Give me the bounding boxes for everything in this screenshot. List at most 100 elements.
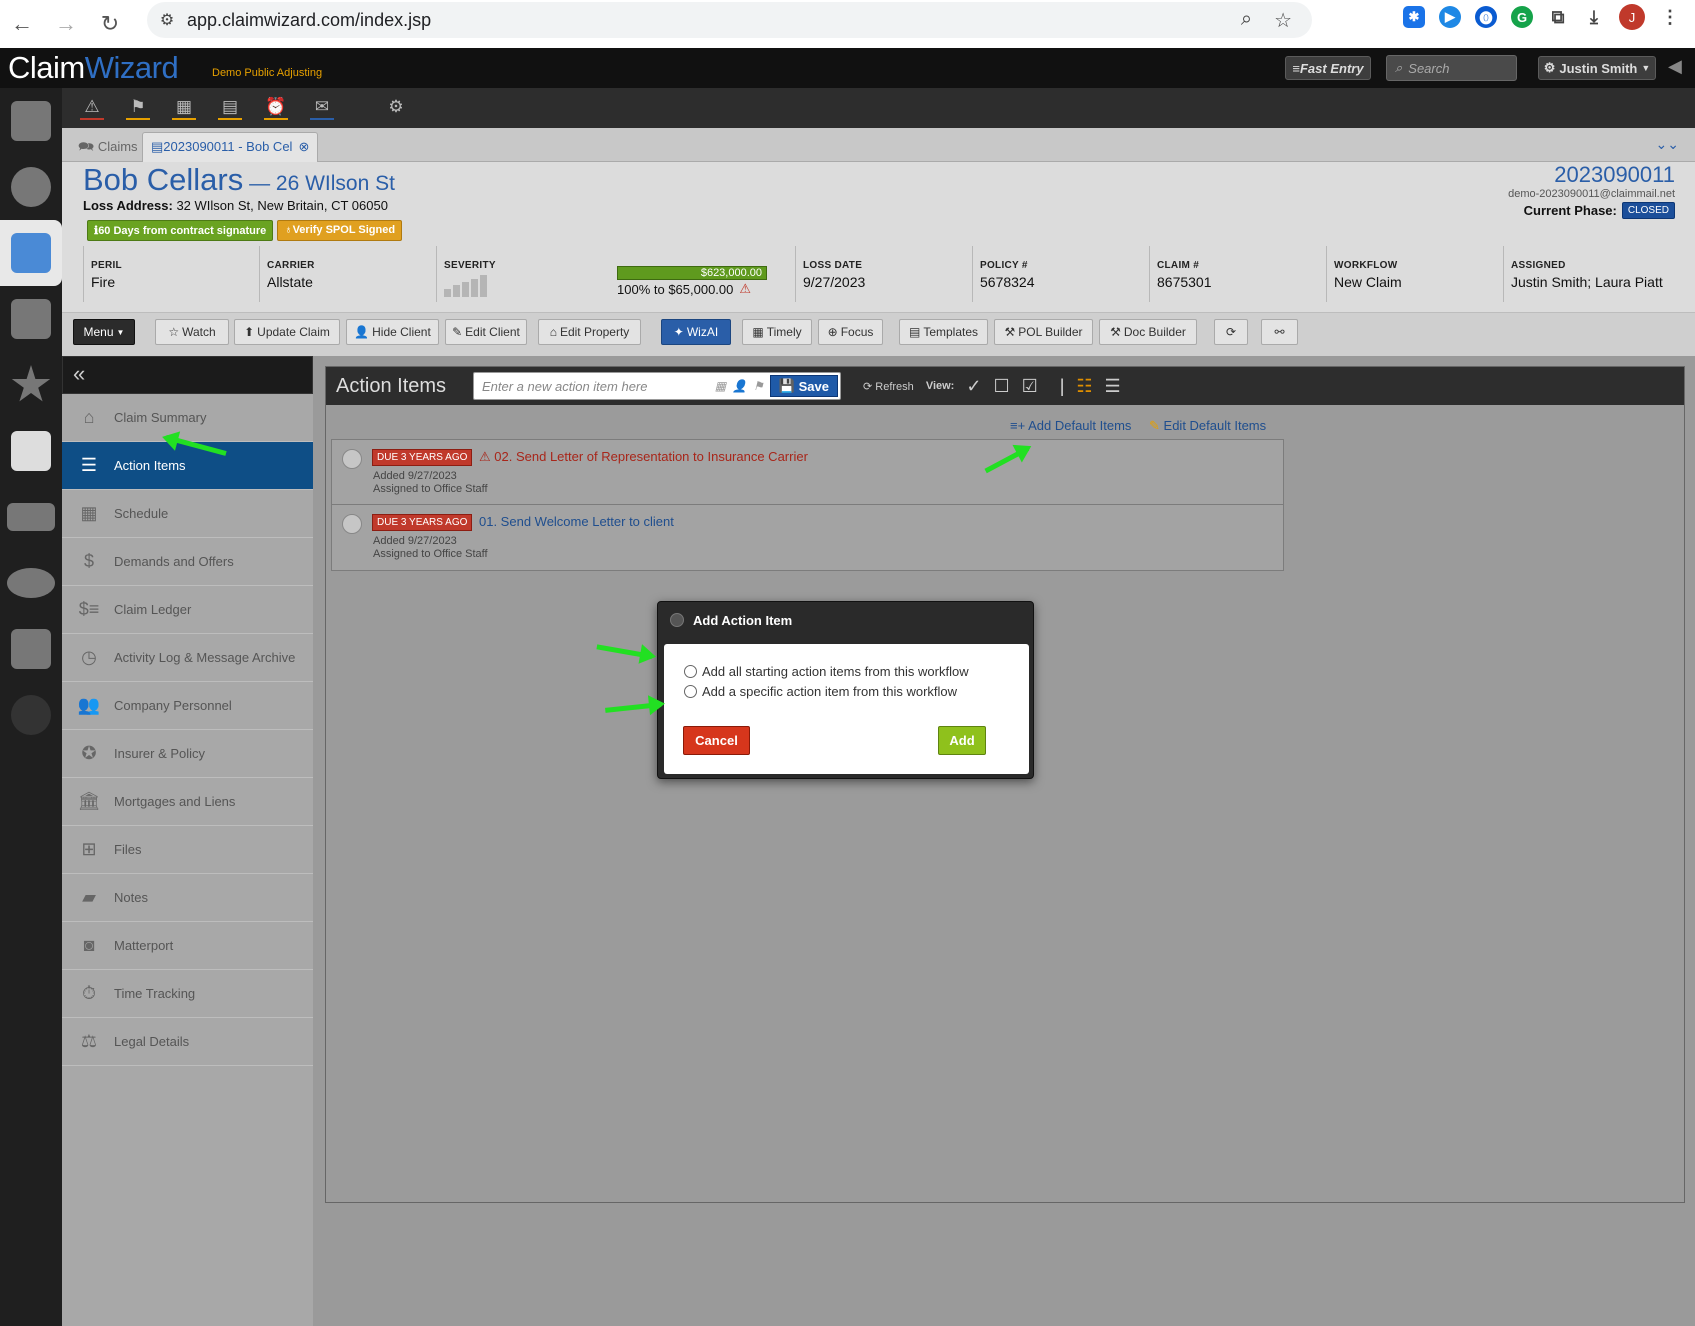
edit-default-items-link[interactable]: ✎ Edit Default Items — [1149, 418, 1266, 434]
calendar-small-icon[interactable]: ▦ — [172, 96, 196, 120]
extension-password-icon[interactable]: ⓿ — [1475, 6, 1497, 28]
sidebar-item-insurer-policy[interactable]: ✪ Insurer & Policy — [62, 730, 313, 778]
extension-snowflake-icon[interactable]: ✱ — [1403, 6, 1425, 28]
collapse-panel-icon[interactable]: ◀ — [1668, 56, 1682, 77]
download-icon[interactable]: ⤓ — [1583, 6, 1605, 28]
sidebar-item-time-tracking[interactable]: ⏱ Time Tracking — [62, 970, 313, 1018]
sidebar-item-matterport[interactable]: ◙ Matterport — [62, 922, 313, 970]
extension-play-icon[interactable]: ▶ — [1439, 6, 1461, 28]
expand-down-icon[interactable]: ⌄⌄ — [1656, 136, 1679, 153]
option-add-specific-label[interactable]: Add a specific action item from this wor… — [702, 684, 957, 699]
extensions-puzzle-icon[interactable]: ⧉ — [1547, 6, 1569, 28]
menu-button[interactable]: Menu ▼ — [73, 319, 135, 345]
reload-icon[interactable]: ↻ — [88, 11, 132, 37]
rail-library[interactable] — [0, 616, 62, 682]
header-search-input[interactable]: ⌕ Search — [1386, 55, 1517, 81]
site-settings-icon[interactable]: ⚙ — [147, 10, 187, 30]
action-item-title[interactable]: 01. Send Welcome Letter to client — [479, 514, 674, 529]
forward-icon[interactable]: → — [44, 11, 88, 37]
sidebar-item-files[interactable]: ⊞ Files — [62, 826, 313, 874]
add-default-items-link[interactable]: ≡+ Add Default Items — [1010, 418, 1131, 433]
carrier-value[interactable]: Allstate — [267, 274, 435, 290]
close-tab-icon[interactable]: ⊗ — [298, 139, 309, 154]
fast-entry-button[interactable]: ≡Fast Entry — [1285, 56, 1371, 80]
action-item-title[interactable]: ⚠ 02. Send Letter of Representation to I… — [479, 449, 808, 465]
assign-user-icon[interactable]: 👤 — [732, 379, 747, 393]
zoom-icon[interactable]: ⌕ — [1241, 8, 1252, 33]
settings-gear-icon[interactable]: ⚙ — [384, 96, 408, 120]
user-menu-button[interactable]: ⚙ Justin Smith ▼ — [1538, 56, 1656, 80]
templates-button[interactable]: ▤ Templates — [899, 319, 988, 345]
rail-calendar[interactable] — [0, 418, 62, 484]
badge-verify-spol[interactable]: ♁Verify SPOL Signed — [277, 220, 403, 241]
rail-billing[interactable] — [0, 484, 62, 550]
client-name[interactable]: Bob Cellars — [83, 162, 243, 197]
sidebar-item-mortgages-liens[interactable]: 🏛 Mortgages and Liens — [62, 778, 313, 826]
sidebar-item-activity-log[interactable]: ◷ Activity Log & Message Archive — [62, 634, 313, 682]
action-item-row[interactable]: DUE 3 YEARS AGO 01. Send Welcome Letter … — [332, 505, 1283, 570]
view-checkmark-icon[interactable]: ✓ — [966, 376, 981, 397]
alarm-clock-icon[interactable]: ⏰ — [264, 96, 288, 120]
browser-menu-icon[interactable]: ⋮ — [1659, 6, 1681, 28]
phase-badge[interactable]: CLOSED — [1621, 202, 1675, 219]
address-bar[interactable]: ⚙ app.claimwizard.com/index.jsp ⌕ ☆ — [147, 2, 1312, 38]
sidebar-item-company-personnel[interactable]: 👥 Company Personnel — [62, 682, 313, 730]
claim-email[interactable]: demo-2023090011@claimmail.net — [1508, 188, 1675, 200]
rail-claims[interactable] — [0, 220, 62, 286]
tab-claims[interactable]: 🗪 Claims — [70, 132, 146, 162]
option-add-all-label[interactable]: Add all starting action items from this … — [702, 664, 969, 679]
link-button[interactable]: ⚯ — [1261, 319, 1298, 345]
rail-contacts[interactable] — [0, 154, 62, 220]
profile-avatar[interactable]: J — [1619, 4, 1645, 30]
view-list-icon[interactable]: ☷ — [1076, 376, 1092, 397]
sidebar-item-schedule[interactable]: ▦ Schedule — [62, 490, 313, 538]
option-add-all[interactable]: Add all starting action items from this … — [684, 664, 969, 679]
sidebar-item-claim-ledger[interactable]: $≡ Claim Ledger — [62, 586, 313, 634]
document-icon[interactable]: ▤ — [218, 96, 242, 120]
bookmark-star-icon[interactable]: ☆ — [1274, 8, 1292, 33]
edit-client-button[interactable]: ✎ Edit Client — [445, 319, 527, 345]
badge-contract-days[interactable]: ℹ60 Days from contract signature — [87, 220, 274, 241]
timely-button[interactable]: ▦ Timely — [742, 319, 812, 345]
watch-button[interactable]: ☆ Watch — [155, 319, 229, 345]
extension-grammarly-icon[interactable]: G — [1511, 6, 1533, 28]
cancel-button[interactable]: Cancel — [683, 726, 750, 755]
view-detail-list-icon[interactable]: ☰ — [1105, 376, 1121, 397]
rail-reports[interactable] — [0, 550, 62, 616]
hide-client-button[interactable]: 👤 Hide Client — [346, 319, 439, 345]
pol-builder-button[interactable]: ⚒ POL Builder — [994, 319, 1093, 345]
sidebar-item-claim-summary[interactable]: ⌂ Claim Summary — [62, 394, 313, 442]
new-action-item-input[interactable]: Enter a new action item here ▦ 👤 ⚑ 💾 Sav… — [473, 372, 841, 400]
refresh-button[interactable]: ⟳ Refresh — [863, 380, 914, 393]
collapse-sidebar-icon[interactable]: « — [62, 356, 313, 394]
save-button[interactable]: 💾 Save — [769, 375, 838, 397]
tab-current-claim[interactable]: ▤2023090011 - Bob Cel ⊗ — [142, 132, 319, 162]
priority-flag-icon[interactable]: ⚑ — [753, 379, 764, 393]
sidebar-item-notes[interactable]: ▰ Notes — [62, 874, 313, 922]
complete-toggle[interactable] — [342, 449, 362, 469]
view-unchecked-box-icon[interactable]: ☐ — [993, 376, 1009, 397]
rail-contacts-card[interactable] — [0, 286, 62, 352]
sync-button[interactable]: ⟳ — [1214, 319, 1248, 345]
doc-builder-button[interactable]: ⚒ Doc Builder — [1099, 319, 1197, 345]
sidebar-item-demands-offers[interactable]: $ Demands and Offers — [62, 538, 313, 586]
workflow-value[interactable]: New Claim — [1334, 274, 1502, 290]
radio-add-specific[interactable] — [684, 685, 697, 698]
sidebar-item-action-items[interactable]: ☰ Action Items — [62, 442, 313, 490]
radio-add-all[interactable] — [684, 665, 697, 678]
rail-home[interactable] — [0, 88, 62, 154]
focus-button[interactable]: ⊕ Focus — [818, 319, 883, 345]
app-logo[interactable]: ClaimWizard — [8, 50, 179, 86]
alert-icon[interactable]: ⚠ — [80, 96, 104, 120]
wizai-button[interactable]: ✦ WizAI — [661, 319, 731, 345]
action-item-row[interactable]: DUE 3 YEARS AGO ⚠ 02. Send Letter of Rep… — [332, 440, 1283, 505]
update-claim-button[interactable]: ⬆ Update Claim — [234, 319, 340, 345]
flag-icon[interactable]: ⚑ — [126, 96, 150, 120]
mail-icon[interactable]: ✉ — [310, 96, 334, 120]
rail-settings[interactable] — [0, 682, 62, 748]
edit-property-button[interactable]: ⌂ Edit Property — [538, 319, 641, 345]
option-add-specific[interactable]: Add a specific action item from this wor… — [684, 684, 957, 699]
add-button[interactable]: Add — [938, 726, 986, 755]
view-checked-box-icon[interactable]: ☑ — [1022, 376, 1038, 397]
sidebar-item-legal-details[interactable]: ⚖ Legal Details — [62, 1018, 313, 1066]
